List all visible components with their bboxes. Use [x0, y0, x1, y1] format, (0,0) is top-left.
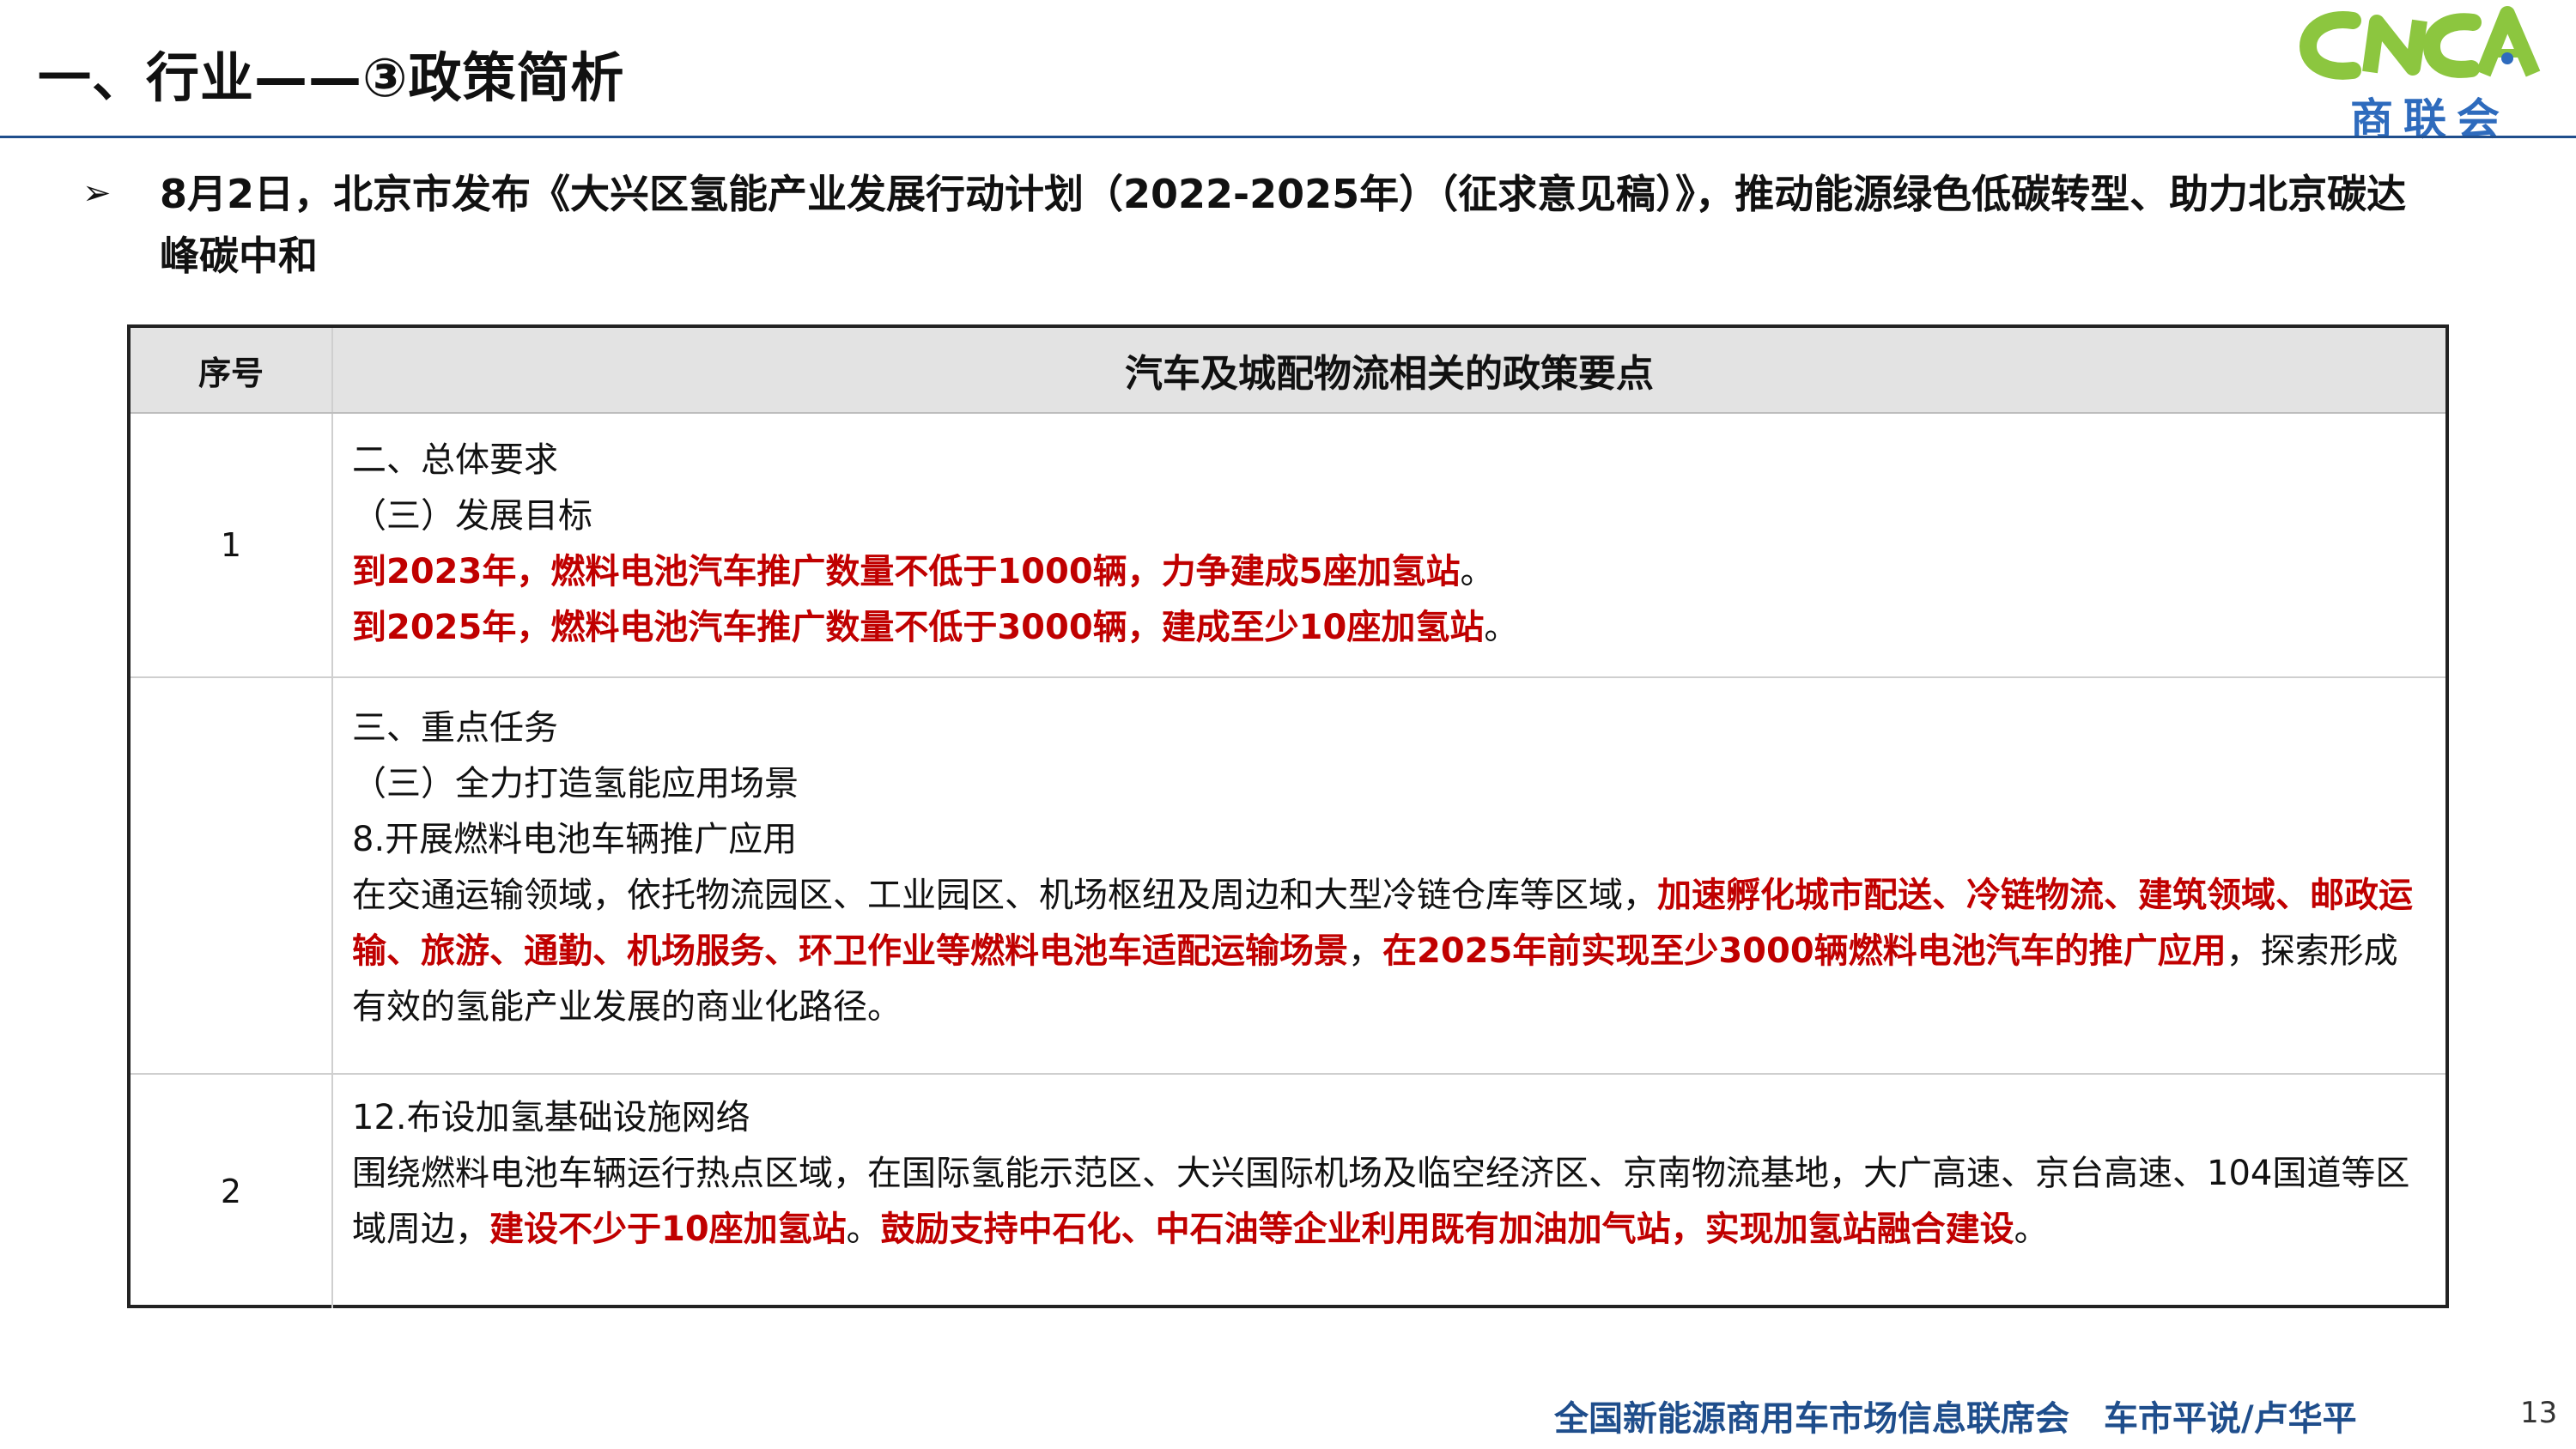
target-2023-end: 。 [1460, 552, 1495, 591]
subsection-heading: （三）发展目标 [352, 496, 592, 536]
header-divider [0, 136, 2576, 138]
target-2025: 到2025年，燃料电池汽车推广数量不低于3000辆，建成至少10座加氢站。 [352, 600, 2425, 656]
cnca-logo: 商联会 [2293, 3, 2542, 144]
policy-paragraph: 在交通运输领域，依托物流园区、工业园区、机场枢纽及周边和大型冷链仓库等区域，加速… [352, 868, 2425, 1035]
row-content: 二、总体要求 （三）发展目标 到2023年，燃料电池汽车推广数量不低于1000辆… [352, 433, 2425, 656]
target-2023-text: 到2023年，燃料电池汽车推广数量不低于1000辆，力争建成5座加氢站 [352, 552, 1461, 591]
item-heading: 12.布设加氢基础设施网络 [352, 1098, 750, 1137]
column-divider [331, 414, 333, 676]
item-heading: 8.开展燃料电池车辆推广应用 [352, 820, 798, 859]
header-content: 汽车及城配物流相关的政策要点 [1125, 352, 1654, 396]
row-number [131, 678, 331, 1073]
cnca-logo-mark [2299, 6, 2541, 80]
row-content: 三、重点任务 （三）全力打造氢能应用场景 8.开展燃料电池车辆推广应用 在交通运… [352, 700, 2425, 1035]
table-row: 三、重点任务 （三）全力打造氢能应用场景 8.开展燃料电池车辆推广应用 在交通运… [131, 678, 2445, 1075]
policy-paragraph: 围绕燃料电池车辆运行热点区域，在国际氢能示范区、大兴国际机场及临空经济区、京南物… [352, 1146, 2425, 1258]
row-content: 12.布设加氢基础设施网络 围绕燃料电池车辆运行热点区域，在国际氢能示范区、大兴… [352, 1090, 2425, 1258]
column-divider [331, 678, 333, 1073]
headline: 8月2日，北京市发布《大兴区氢能产业发展行动计划（2022-2025年）（征求意… [160, 171, 2407, 279]
table-row: 2 12.布设加氢基础设施网络 围绕燃料电池车辆运行热点区域，在国际氢能示范区、… [131, 1075, 2445, 1308]
section-heading: 二、总体要求 [352, 440, 558, 480]
para-text: ， [1348, 931, 1382, 971]
row-number: 2 [220, 1173, 242, 1210]
para-highlight: 鼓励支持中石化、中石油等企业利用既有加油加气站，实现加氢站融合建设 [880, 1210, 2014, 1249]
subsection-heading: （三）全力打造氢能应用场景 [352, 764, 799, 803]
para-text: 在交通运输领域，依托物流园区、工业园区、机场枢纽及周边和大型冷链仓库等区域， [352, 876, 1657, 915]
header-no: 序号 [197, 354, 264, 392]
para-text: 。 [2014, 1210, 2049, 1249]
slide-title: 一、行业——③政策简析 [38, 46, 625, 109]
section-heading: 三、重点任务 [352, 708, 558, 748]
target-2025-text: 到2025年，燃料电池汽车推广数量不低于3000辆，建成至少10座加氢站 [352, 608, 1485, 647]
column-divider [331, 1075, 333, 1308]
table-header-row: 序号 汽车及城配物流相关的政策要点 [131, 328, 2445, 414]
target-2023: 到2023年，燃料电池汽车推广数量不低于1000辆，力争建成5座加氢站。 [352, 544, 2425, 600]
table-row: 1 二、总体要求 （三）发展目标 到2023年，燃料电池汽车推广数量不低于100… [131, 414, 2445, 678]
policy-table: 序号 汽车及城配物流相关的政策要点 1 二、总体要求 （三）发展目标 到2023… [127, 324, 2449, 1308]
row-number: 1 [220, 526, 242, 564]
bullet-arrow-icon: ➢ [82, 173, 112, 213]
para-highlight: 建设不少于10座加氢站 [489, 1210, 847, 1249]
para-highlight: 在2025年前实现至少3000辆燃料电池汽车的推广应用 [1382, 931, 2227, 971]
footer-credit: 全国新能源商用车市场信息联席会 车市平说/卢华平 [1554, 1399, 2357, 1439]
page-number: 13 [2520, 1396, 2558, 1430]
para-text: 。 [846, 1210, 881, 1249]
target-2025-end: 。 [1484, 608, 1519, 647]
